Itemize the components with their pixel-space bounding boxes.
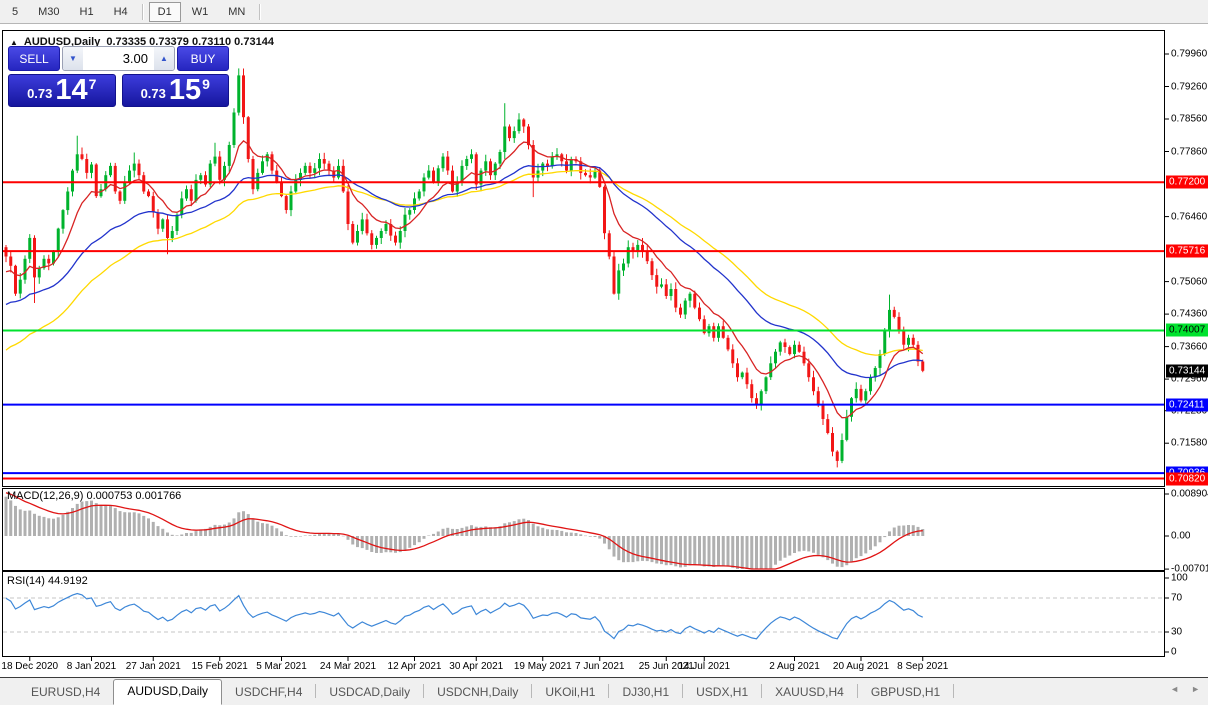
current-price-label: 0.73144 <box>1166 364 1208 378</box>
bid-price-big: 14 <box>55 74 88 107</box>
price-tick-label: 0.79260 <box>1171 81 1208 92</box>
date-tick-label: 8 Jan 2021 <box>66 661 117 672</box>
volume-increase-button[interactable]: ▲ <box>154 47 174 70</box>
bid-price-sup: 7 <box>88 76 97 92</box>
tab-scroll-right-icon[interactable]: ► <box>1191 684 1200 694</box>
buy-button[interactable]: BUY <box>177 46 229 71</box>
volume-decrease-button[interactable]: ▼ <box>63 47 83 70</box>
volume-stepper: ▼ ▲ <box>62 46 175 71</box>
level-price-label: 0.70820 <box>1166 472 1208 486</box>
ask-price-big: 15 <box>168 74 202 107</box>
sell-price-button[interactable]: 0.73 14 7 <box>8 74 116 107</box>
level-price-label: 0.72411 <box>1166 398 1208 412</box>
tab-ukoil-h1[interactable]: UKOil,H1 <box>532 681 608 705</box>
price-tick-label: 0.77860 <box>1171 146 1208 158</box>
rsi-scale-label: 30 <box>1171 626 1183 638</box>
macd-scale-label: 0.00 <box>1171 530 1191 542</box>
macd-scale-label: 0.008904 <box>1171 488 1208 500</box>
date-tick-label: 8 Sep 2021 <box>897 661 949 672</box>
level-price-label: 0.77200 <box>1166 175 1208 189</box>
ask-price-sup: 9 <box>202 76 210 92</box>
date-tick-label: 12 Apr 2021 <box>387 661 442 672</box>
bid-price-prefix: 0.73 <box>27 86 53 101</box>
tab-xauusd-h4[interactable]: XAUUSD,H4 <box>762 681 857 705</box>
volume-input[interactable] <box>83 47 154 70</box>
tab-usdcnh-daily[interactable]: USDCNH,Daily <box>424 681 531 705</box>
tab-usdcad-daily[interactable]: USDCAD,Daily <box>316 681 423 705</box>
tab-audusd-daily[interactable]: AUDUSD,Daily <box>113 679 223 705</box>
date-tick-label: 18 Dec 2020 <box>1 661 59 672</box>
tab-usdx-h1[interactable]: USDX,H1 <box>683 681 761 705</box>
date-tick-label: 15 Feb 2021 <box>191 661 248 672</box>
trading-terminal-window: 5 M30 H1 H4 D1 W1 MN ▲ AUDUSD,Daily 0.73335 0.… <box>0 0 1208 705</box>
price-tick-label: 0.73660 <box>1171 341 1208 353</box>
date-tick-label: 30 Apr 2021 <box>449 661 504 672</box>
level-price-label: 0.74007 <box>1166 323 1208 337</box>
tab-eurusd-h4[interactable]: EURUSD,H4 <box>18 681 113 705</box>
tab-separator <box>953 684 955 698</box>
tab-dj30-h1[interactable]: DJ30,H1 <box>609 681 682 705</box>
date-tick-label: 5 Mar 2021 <box>256 661 307 672</box>
date-tick-label: 24 Mar 2021 <box>319 661 377 672</box>
date-tick-label: 27 Jan 2021 <box>125 661 181 672</box>
level-price-label: 0.75716 <box>1166 244 1208 258</box>
date-tick-label: 2 Aug 2021 <box>769 661 820 672</box>
rsi-scale-label: 70 <box>1171 592 1183 604</box>
date-tick-label: 7 Jun 2021 <box>575 661 625 672</box>
price-tick-label: 0.71580 <box>1171 437 1208 449</box>
date-tick-label: 19 May 2021 <box>513 661 572 672</box>
tab-scroll-left-icon[interactable]: ◄ <box>1170 684 1179 694</box>
rsi-scale-label: 0 <box>1171 646 1177 658</box>
tab-usdchf-h4[interactable]: USDCHF,H4 <box>222 681 315 705</box>
sell-button[interactable]: SELL <box>8 46 60 71</box>
ask-price-prefix: 0.73 <box>140 86 166 101</box>
symbol-tab-bar: EURUSD,H4 AUDUSD,Daily USDCHF,H4 USDCAD,Dai… <box>0 677 1208 705</box>
tab-scroll-arrows: ◄ ► <box>1170 684 1200 694</box>
price-tick-label: 0.79960 <box>1171 48 1208 60</box>
buy-price-button[interactable]: 0.73 15 9 <box>121 74 229 107</box>
tab-gbpusd-h1[interactable]: GBPUSD,H1 <box>858 681 953 705</box>
price-tick-label: 0.78560 <box>1171 113 1208 125</box>
date-tick-label: 14 Jul 2021 <box>678 661 731 672</box>
price-tick-label: 0.76460 <box>1171 211 1208 223</box>
one-click-trade-panel: SELL ▼ ▲ BUY 0.73 14 7 0.73 15 9 <box>8 46 229 107</box>
rsi-indicator-label: RSI(14) 44.9192 <box>7 575 88 587</box>
price-tick-label: 0.75060 <box>1171 276 1208 288</box>
price-tick-label: 0.74360 <box>1171 308 1208 320</box>
macd-indicator-label: MACD(12,26,9) 0.000753 0.001766 <box>7 490 182 502</box>
date-tick-label: 20 Aug 2021 <box>832 661 890 672</box>
rsi-scale-label: 100 <box>1171 572 1188 584</box>
